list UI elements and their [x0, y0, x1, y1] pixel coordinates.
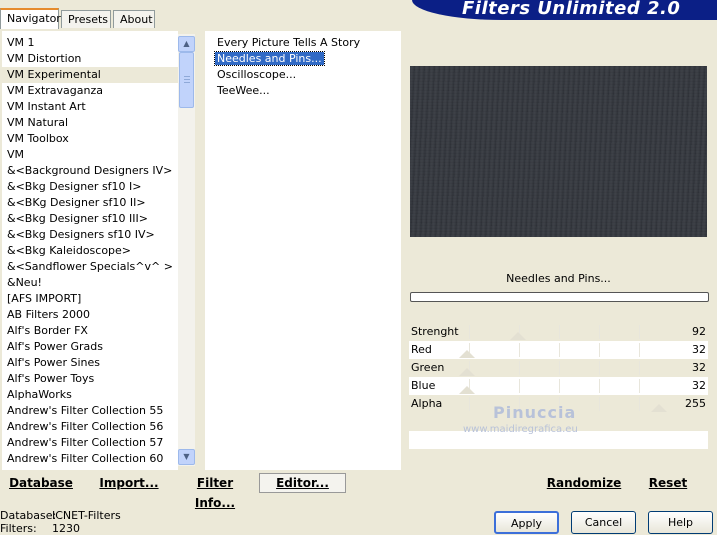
filters-value: 1230 [52, 522, 80, 535]
category-item[interactable]: Andrew's Filter Collection 56 [2, 419, 178, 435]
cancel-button[interactable]: Cancel [571, 511, 636, 534]
category-item[interactable]: VM Natural [2, 115, 178, 131]
param-value: 92 [692, 325, 706, 338]
category-item[interactable]: &<Bkg Designer sf10 III> [2, 211, 178, 227]
filter-item[interactable]: Needles and Pins... [205, 51, 401, 67]
category-item[interactable]: VM Extravaganza [2, 83, 178, 99]
category-item[interactable]: VM [2, 147, 178, 163]
category-item[interactable]: &<BKg Designer sf10 II> [2, 195, 178, 211]
status-area: Database: ICNET-Filters Filters: 1230 [0, 509, 121, 535]
category-scrollbar[interactable]: ▲ ▼ [178, 34, 195, 466]
param-row[interactable]: Green 32 [409, 359, 708, 377]
category-item[interactable]: [AFS IMPORT] [2, 291, 178, 307]
category-item[interactable]: Alf's Power Toys [2, 371, 178, 387]
param-label: Blue [411, 379, 436, 392]
randomize-button[interactable]: Randomize [544, 473, 624, 493]
empty-param-row [409, 449, 708, 467]
filter-item-label: TeeWee... [217, 84, 270, 97]
tab-about[interactable]: About [113, 10, 155, 28]
reset-button[interactable]: Reset [640, 473, 696, 493]
category-item[interactable]: VM Toolbox [2, 131, 178, 147]
category-item[interactable]: &<Bkg Kaleidoscope> [2, 243, 178, 259]
category-item[interactable]: VM Experimental [2, 67, 178, 83]
param-row[interactable]: Strenght 92 [409, 323, 708, 341]
category-item[interactable]: VM Instant Art [2, 99, 178, 115]
category-item[interactable]: VM Distortion [2, 51, 178, 67]
param-value: 32 [692, 343, 706, 356]
app-title: Filters Unlimited 2.0 [462, 0, 681, 19]
database-value: ICNET-Filters [52, 509, 121, 522]
filter-item[interactable]: Every Picture Tells A Story [205, 35, 401, 51]
category-item[interactable]: &<Bkg Designers sf10 IV> [2, 227, 178, 243]
database-label: Database: [0, 509, 57, 522]
param-value: 32 [692, 379, 706, 392]
category-item[interactable]: Alf's Power Grads [2, 339, 178, 355]
category-list[interactable]: VM 1 VM Distortion VM Experimental VM Extra… [2, 31, 178, 470]
filter-item[interactable]: TeeWee... [205, 83, 401, 99]
category-item[interactable]: Alf's Power Sines [2, 355, 178, 371]
database-button[interactable]: Database [4, 473, 78, 493]
title-banner: Filters Unlimited 2.0 [412, 0, 717, 20]
tab-navigator[interactable]: Navigator [0, 8, 61, 29]
slider-pointer[interactable] [651, 404, 667, 412]
apply-button[interactable]: Apply [494, 511, 559, 534]
import-button[interactable]: Import... [98, 473, 160, 493]
param-value: 32 [692, 361, 706, 374]
slider-pointer[interactable] [458, 368, 475, 376]
parameter-sliders: Strenght 92 Red 32 Green 32 Blue 32 Alpha 255 [409, 323, 708, 467]
param-label: Red [411, 343, 432, 356]
watermark-url: www.maidiregrafica.eu [463, 424, 578, 435]
param-row[interactable]: Red 32 [409, 341, 708, 359]
param-row[interactable]: Blue 32 [409, 377, 708, 395]
tab-presets[interactable]: Presets [61, 10, 111, 28]
progress-bar [410, 292, 709, 302]
category-item[interactable]: Alf's Border FX [2, 323, 178, 339]
filters-label: Filters: [0, 522, 37, 535]
filter-item[interactable]: Oscilloscope... [205, 67, 401, 83]
slider-pointer[interactable] [458, 386, 475, 394]
slider-pointer[interactable] [458, 350, 475, 358]
category-item[interactable]: &<Sandflower Specials^v^ > [2, 259, 178, 275]
filter-item-label: Oscilloscope... [217, 68, 297, 81]
param-label: Green [411, 361, 445, 374]
scroll-down-button[interactable]: ▼ [178, 449, 195, 465]
slider-pointer[interactable] [510, 332, 527, 340]
scroll-thumb[interactable] [179, 52, 194, 108]
preview-image [410, 66, 707, 237]
watermark-name: Pinuccia [493, 403, 577, 422]
scroll-up-button[interactable]: ▲ [178, 36, 195, 52]
help-button[interactable]: Help [648, 511, 713, 534]
category-item[interactable]: &Neu! [2, 275, 178, 291]
category-item[interactable]: Andrew's Filter Collection 55 [2, 403, 178, 419]
param-label: Alpha [411, 397, 443, 410]
category-item[interactable]: Andrew's Filter Collection 57 [2, 435, 178, 451]
filter-item-label: Every Picture Tells A Story [217, 36, 361, 49]
filter-name-label: Needles and Pins... [506, 272, 611, 285]
category-item[interactable]: AB Filters 2000 [2, 307, 178, 323]
category-item[interactable]: VM 1 [2, 35, 178, 51]
param-value: 255 [685, 397, 706, 410]
category-item[interactable]: &<Background Designers IV> [2, 163, 178, 179]
filter-list[interactable]: Every Picture Tells A Story Needles and P… [205, 31, 401, 470]
category-item[interactable]: Andrew's Filter Collection 60 [2, 451, 178, 467]
param-label: Strenght [411, 325, 459, 338]
category-item[interactable]: &<Bkg Designer sf10 I> [2, 179, 178, 195]
editor-button[interactable]: Editor... [259, 473, 346, 493]
category-item[interactable]: AlphaWorks [2, 387, 178, 403]
filter-info-button[interactable]: Filter Info... [176, 473, 254, 510]
filter-item-label: Needles and Pins... [214, 51, 325, 66]
